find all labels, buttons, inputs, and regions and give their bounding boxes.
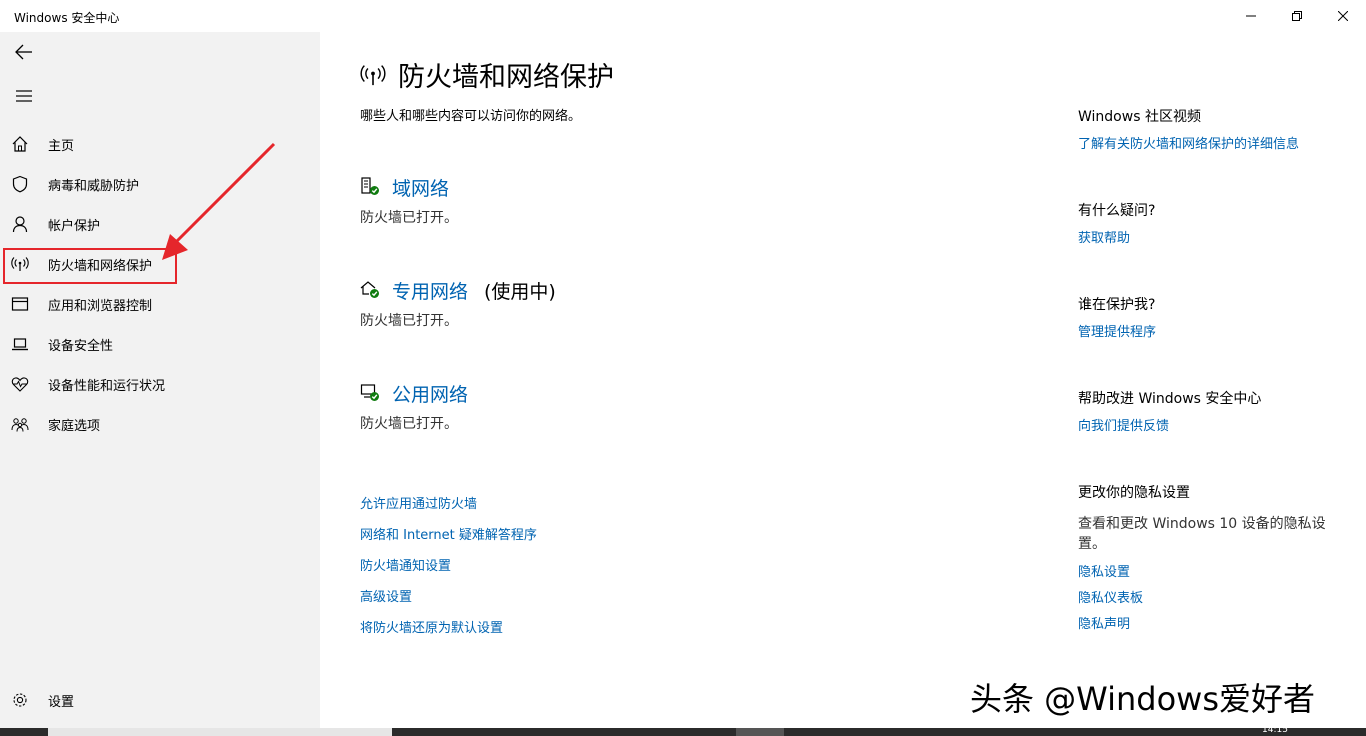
private-network-status: 防火墙已打开。 xyxy=(360,313,458,329)
hamburger-icon xyxy=(16,90,32,102)
public-network-status: 防火墙已打开。 xyxy=(360,416,458,432)
shield-icon xyxy=(12,175,28,193)
minimize-button[interactable] xyxy=(1228,0,1274,32)
domain-network-icon xyxy=(361,177,379,195)
private-network-link[interactable]: 专用网络 xyxy=(392,277,468,304)
restore-button[interactable] xyxy=(1274,0,1320,32)
close-icon xyxy=(1338,11,1348,21)
family-icon xyxy=(11,418,29,432)
sidebar-item-label: 设置 xyxy=(48,695,75,710)
sidebar-item-device-performance[interactable]: 设备性能和运行状况 xyxy=(0,364,320,404)
laptop-icon xyxy=(12,338,28,351)
heart-pulse-icon xyxy=(11,377,29,392)
title-bar: Windows 安全中心 xyxy=(0,0,1366,32)
taskbar-search-box[interactable] xyxy=(48,728,392,736)
privacy-description: 查看和更改 Windows 10 设备的隐私设置。 xyxy=(1078,516,1326,552)
private-network-in-use: (使用中) xyxy=(484,281,556,303)
minimize-icon xyxy=(1246,15,1256,17)
page-subtitle: 哪些人和哪些内容可以访问你的网络。 xyxy=(360,109,582,124)
manage-providers-link[interactable]: 管理提供程序 xyxy=(1078,321,1156,340)
watermark-text: 头条 @Windows爱好者 xyxy=(970,680,1316,718)
advanced-settings-link[interactable]: 高级设置 xyxy=(360,586,412,605)
allow-app-through-firewall-link[interactable]: 允许应用通过防火墙 xyxy=(360,493,477,512)
who-protects-heading: 谁在保护我? xyxy=(1078,297,1156,313)
firewall-notification-settings-link[interactable]: 防火墙通知设置 xyxy=(360,555,451,574)
domain-network-link[interactable]: 域网络 xyxy=(392,174,449,201)
app-window-icon xyxy=(11,297,29,311)
privacy-statement-link[interactable]: 隐私声明 xyxy=(1078,613,1130,632)
back-button[interactable] xyxy=(0,32,48,72)
sidebar-item-device-security[interactable]: 设备安全性 xyxy=(0,324,320,364)
sidebar-item-family[interactable]: 家庭选项 xyxy=(0,404,320,444)
learn-more-link[interactable]: 了解有关防火墙和网络保护的详细信息 xyxy=(1078,133,1299,152)
gear-icon xyxy=(13,693,27,707)
sidebar-item-settings[interactable]: 设置 xyxy=(0,680,320,720)
privacy-dashboard-link[interactable]: 隐私仪表板 xyxy=(1078,587,1143,606)
privacy-settings-link[interactable]: 隐私设置 xyxy=(1078,561,1130,580)
taskbar: 14:15 xyxy=(0,725,1366,736)
public-network-link[interactable]: 公用网络 xyxy=(392,380,468,407)
antenna-icon xyxy=(360,65,386,86)
privacy-heading: 更改你的隐私设置 xyxy=(1078,485,1190,501)
annotation-arrow-icon xyxy=(162,142,276,260)
questions-heading: 有什么疑问? xyxy=(1078,203,1156,219)
domain-network-status: 防火墙已打开。 xyxy=(360,210,458,226)
network-troubleshooter-link[interactable]: 网络和 Internet 疑难解答程序 xyxy=(360,524,537,543)
sidebar-item-label: 设备性能和运行状况 xyxy=(48,379,166,394)
private-network-icon xyxy=(360,281,379,298)
give-feedback-link[interactable]: 向我们提供反馈 xyxy=(1078,415,1169,434)
person-icon xyxy=(12,216,28,233)
back-arrow-icon xyxy=(15,44,32,60)
close-button[interactable] xyxy=(1320,0,1366,32)
sidebar-item-label: 家庭选项 xyxy=(48,419,101,434)
hamburger-menu-button[interactable] xyxy=(0,76,48,116)
improve-heading: 帮助改进 Windows 安全中心 xyxy=(1078,391,1262,407)
taskbar-clock[interactable]: 14:15 xyxy=(1262,725,1288,735)
home-icon xyxy=(12,136,28,152)
public-network-icon xyxy=(360,384,379,401)
sidebar-item-label: 设备安全性 xyxy=(48,339,114,354)
sidebar-item-label: 病毒和威胁防护 xyxy=(48,179,140,194)
window-title: Windows 安全中心 xyxy=(14,11,120,25)
page-title: 防火墙和网络保护 xyxy=(398,62,614,93)
get-help-link[interactable]: 获取帮助 xyxy=(1078,227,1130,246)
restore-icon xyxy=(1292,11,1302,21)
sidebar-item-label: 帐户保护 xyxy=(48,219,101,234)
sidebar-item-label: 主页 xyxy=(48,139,75,154)
restore-firewall-defaults-link[interactable]: 将防火墙还原为默认设置 xyxy=(360,617,503,636)
community-videos-heading: Windows 社区视频 xyxy=(1078,109,1201,125)
sidebar-item-label: 应用和浏览器控制 xyxy=(48,299,153,314)
sidebar-item-app-browser-control[interactable]: 应用和浏览器控制 xyxy=(0,284,320,324)
sidebar: 主页 病毒和威胁防护 帐户保护 防火墙和网络保护 应用和浏览器控制 设备安全性 … xyxy=(0,32,320,728)
taskbar-app-button[interactable] xyxy=(736,728,784,736)
